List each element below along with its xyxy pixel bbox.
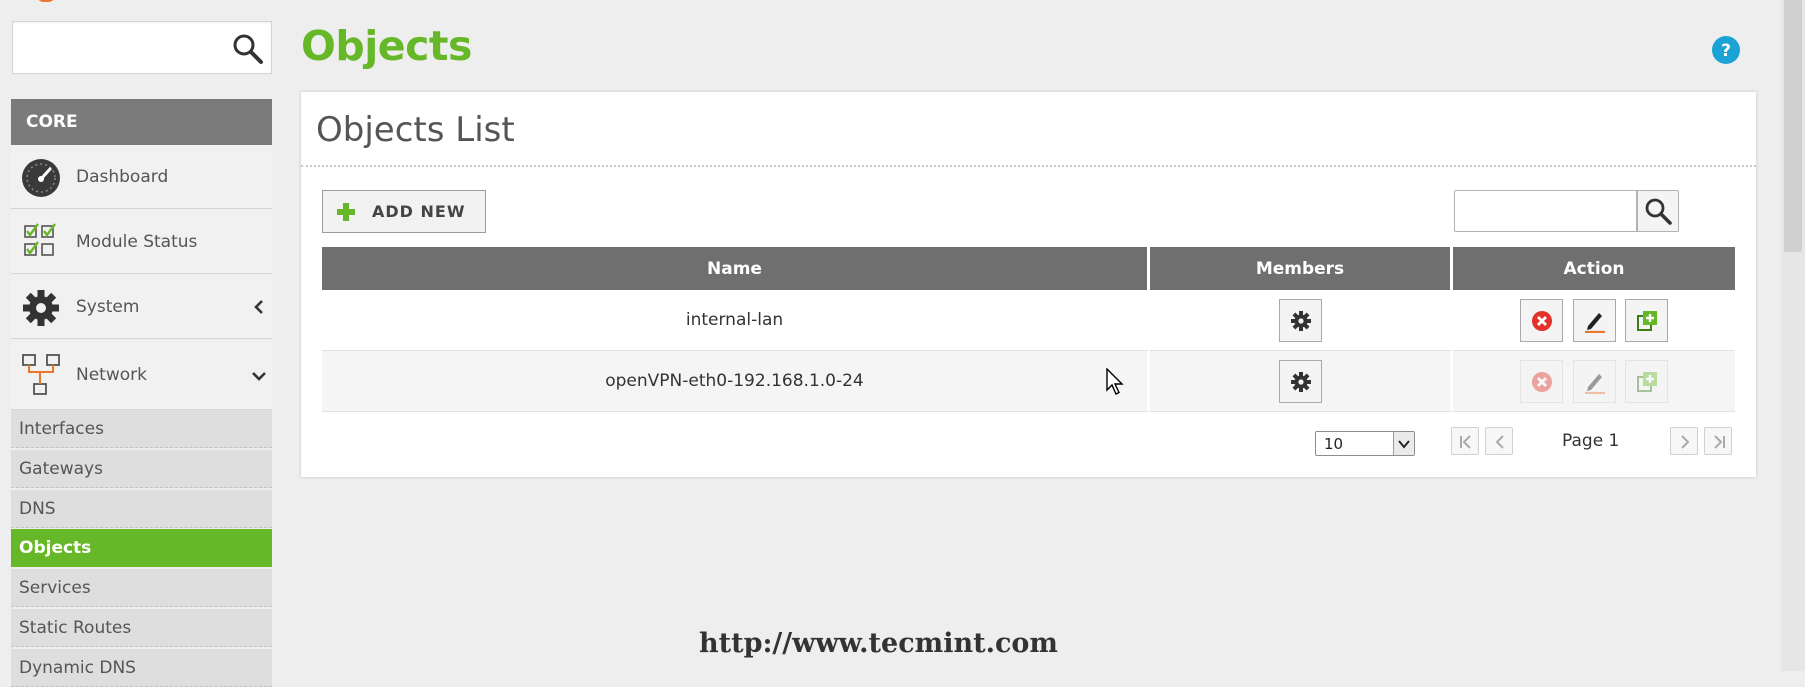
actions-cell (1453, 351, 1735, 412)
chevron-left-icon (1495, 435, 1504, 449)
edit-button[interactable] (1572, 359, 1616, 403)
pencil-icon (1584, 373, 1605, 394)
sidebar-item-label: Module Status (76, 232, 198, 252)
panel-divider (301, 165, 1756, 167)
table-search-input[interactable] (1454, 190, 1637, 232)
clone-icon (1636, 371, 1657, 392)
table-search-button[interactable] (1637, 190, 1679, 232)
sidebar-subitem-static-routes[interactable]: Static Routes (11, 609, 272, 647)
checklist-icon (20, 222, 62, 264)
clone-button[interactable] (1624, 359, 1668, 403)
sidebar-item-network[interactable]: Network (11, 340, 272, 410)
object-name-cell: internal-lan (322, 290, 1150, 351)
search-icon (1645, 198, 1672, 225)
objects-panel: Objects List ADD NEW Name Members Action (301, 92, 1756, 477)
table-row: internal-lan (322, 290, 1735, 351)
watermark-text: http://www.tecmint.com (699, 628, 1058, 659)
members-button[interactable] (1278, 359, 1322, 403)
sidebar-subitem-dynamic-dns[interactable]: Dynamic DNS (11, 649, 272, 687)
page-size-select[interactable]: 10 (1315, 431, 1415, 456)
logo-fragment (36, 0, 56, 2)
members-cell (1150, 290, 1453, 351)
column-header-name[interactable]: Name (322, 247, 1150, 290)
page-title: Objects (301, 22, 472, 70)
page-indicator: Page 1 (1562, 431, 1620, 451)
chevron-right-icon (1681, 435, 1690, 449)
table-row: openVPN-eth0-192.168.1.0-24 (322, 351, 1735, 412)
members-cell (1150, 351, 1453, 412)
network-icon (20, 352, 62, 395)
table-header-row: Name Members Action (322, 247, 1735, 290)
add-new-label: ADD NEW (372, 202, 466, 221)
first-page-button[interactable] (1451, 427, 1479, 455)
sidebar-item-system[interactable]: System (11, 275, 272, 339)
edit-button[interactable] (1572, 298, 1616, 342)
next-page-button[interactable] (1670, 427, 1698, 455)
sidebar-section-core: CORE (11, 99, 272, 145)
sidebar-subitem-dns[interactable]: DNS (11, 490, 272, 528)
sidebar-item-module-status[interactable]: Module Status (11, 210, 272, 274)
plus-icon (336, 202, 356, 222)
help-icon[interactable]: ? (1711, 35, 1741, 65)
gear-icon (1290, 310, 1311, 331)
dashboard-gauge-icon (20, 157, 62, 199)
sidebar-subitem-gateways[interactable]: Gateways (11, 450, 272, 488)
add-new-button[interactable]: ADD NEW (322, 190, 486, 233)
sidebar-item-label: System (76, 297, 140, 317)
sidebar-subitem-interfaces[interactable]: Interfaces (11, 410, 272, 448)
gear-icon (20, 287, 62, 329)
search-icon[interactable] (231, 32, 265, 66)
mouse-cursor-icon (1106, 367, 1126, 396)
last-page-button[interactable] (1704, 427, 1732, 455)
delete-button[interactable] (1520, 298, 1564, 342)
chevron-left-icon[interactable] (251, 299, 267, 315)
first-page-icon (1460, 435, 1471, 449)
page-size-value: 10 (1324, 435, 1344, 453)
sidebar-subitem-objects[interactable]: Objects (11, 529, 272, 567)
sidebar-item-dashboard[interactable]: Dashboard (11, 145, 272, 209)
object-name-cell: openVPN-eth0-192.168.1.0-24 (322, 351, 1150, 412)
delete-icon (1532, 371, 1553, 392)
pencil-icon (1584, 312, 1605, 333)
members-button[interactable] (1278, 298, 1322, 342)
sidebar-subitem-services[interactable]: Services (11, 569, 272, 607)
clone-button[interactable] (1624, 298, 1668, 342)
column-header-action: Action (1453, 247, 1735, 290)
sidebar-item-label: Dashboard (76, 167, 169, 187)
prev-page-button[interactable] (1485, 427, 1513, 455)
sidebar-search-input[interactable] (12, 21, 272, 74)
scrollbar-thumb[interactable] (1784, 0, 1802, 252)
sidebar-item-label: Network (76, 365, 147, 385)
gear-icon (1290, 371, 1311, 392)
svg-text:?: ? (1721, 41, 1731, 61)
panel-title: Objects List (316, 110, 515, 150)
delete-icon (1532, 310, 1553, 331)
actions-cell (1453, 290, 1735, 351)
last-page-icon (1714, 435, 1725, 449)
chevron-down-icon[interactable] (251, 368, 267, 384)
objects-table: Name Members Action internal-lan openVPN… (322, 247, 1735, 412)
clone-icon (1636, 310, 1657, 331)
chevron-down-icon (1393, 432, 1414, 455)
column-header-members: Members (1150, 247, 1453, 290)
delete-button[interactable] (1520, 359, 1564, 403)
